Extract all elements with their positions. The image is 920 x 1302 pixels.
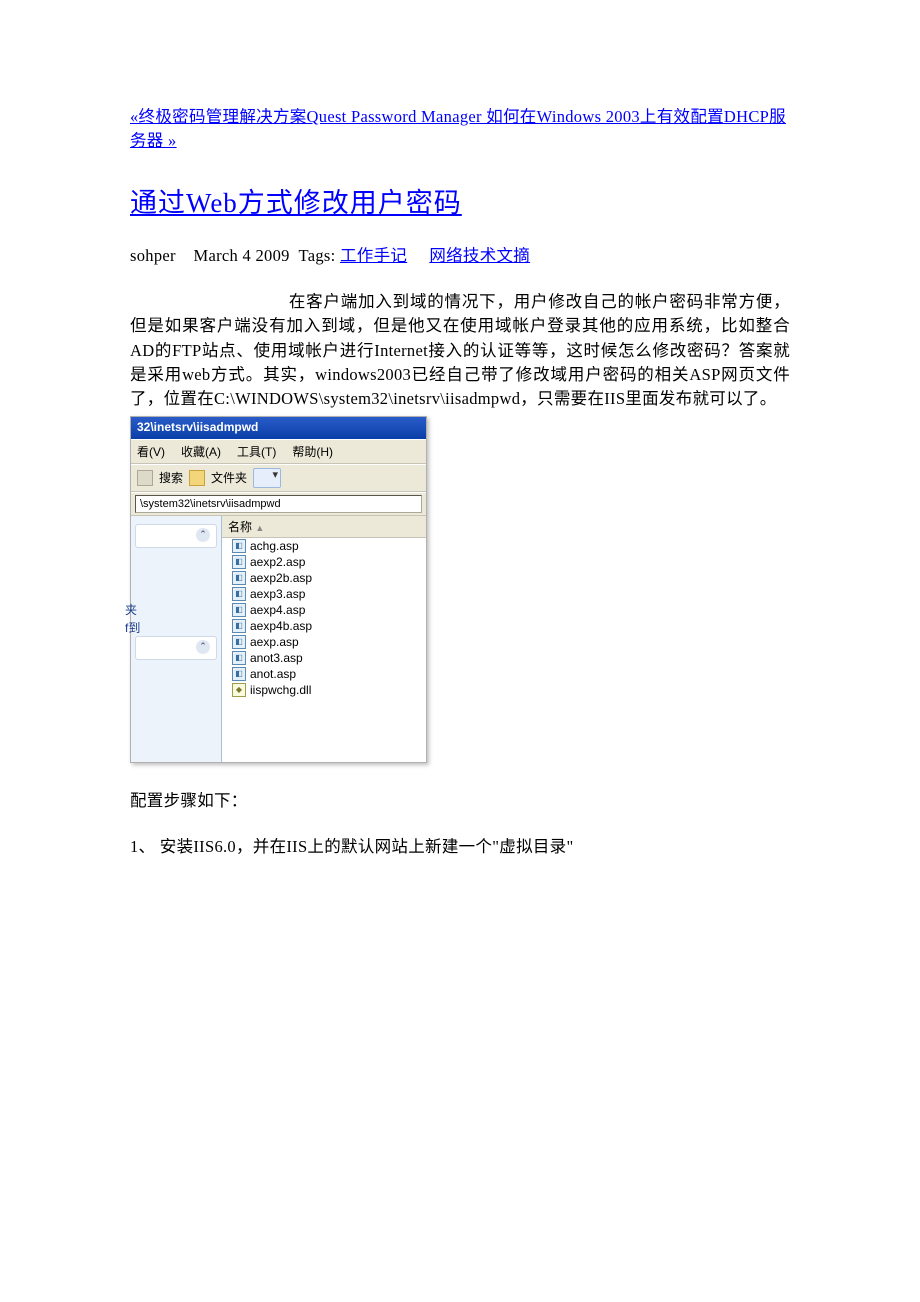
explorer-address-bar: \system32\inetsrv\iisadmpwd — [131, 492, 426, 516]
asp-file-icon: ◧ — [232, 635, 246, 649]
page-title[interactable]: 通过Web方式修改用户密码 — [130, 181, 790, 220]
list-item[interactable]: ◧ aexp3.asp — [222, 586, 426, 602]
post-meta: sohper March 4 2009 Tags: 工作手记 网络技术文摘 — [130, 242, 790, 266]
file-name-label: anot.asp — [250, 667, 296, 681]
list-item[interactable]: ◧ anot3.asp — [222, 650, 426, 666]
explorer-titlebar: 32\inetsrv\iisadmpwd — [131, 417, 426, 439]
explorer-toolbar: 搜索 文件夹 — [131, 464, 426, 492]
toolbar-search-label[interactable]: 搜索 — [159, 469, 183, 486]
menu-tools[interactable]: 工具(T) — [237, 443, 276, 460]
search-icon[interactable] — [137, 470, 153, 486]
asp-file-icon: ◧ — [232, 571, 246, 585]
folder-icon[interactable] — [189, 470, 205, 486]
asp-file-icon: ◧ — [232, 603, 246, 617]
address-input[interactable]: \system32\inetsrv\iisadmpwd — [135, 495, 422, 513]
author-name: sohper — [130, 246, 176, 265]
file-name-label: aexp2.asp — [250, 555, 305, 569]
file-name-label: aexp4.asp — [250, 603, 305, 617]
chevron-up-icon[interactable]: ⌃ — [196, 640, 210, 654]
paragraph-1: 在客户端加入到域的情况下，用户修改自己的帐户密码非常方便，但是如果客户端没有加入… — [130, 290, 790, 412]
file-name-label: aexp2b.asp — [250, 571, 312, 585]
post-date: March 4 2009 — [194, 246, 290, 265]
menu-help[interactable]: 帮助(H) — [292, 443, 333, 460]
list-item[interactable]: ◧ aexp2b.asp — [222, 570, 426, 586]
sidebar-group-2[interactable]: ⌃ — [135, 636, 217, 660]
nav-prev-link[interactable]: «终极密码管理解决方案Quest Password Manager 如何在Win… — [130, 107, 786, 150]
views-dropdown-icon[interactable] — [253, 468, 281, 488]
asp-file-icon: ◧ — [232, 667, 246, 681]
file-name-label: anot3.asp — [250, 651, 303, 665]
asp-file-icon: ◧ — [232, 587, 246, 601]
tags-label: Tags: — [299, 246, 336, 265]
list-item[interactable]: ◧ aexp.asp — [222, 634, 426, 650]
asp-file-icon: ◧ — [232, 651, 246, 665]
list-item[interactable]: ◧ aexp2.asp — [222, 554, 426, 570]
file-name-label: aexp4b.asp — [250, 619, 312, 633]
toolbar-folders-label[interactable]: 文件夹 — [211, 469, 247, 486]
tag-link-2[interactable]: 网络技术文摘 — [429, 246, 530, 265]
dll-file-icon: ◆ — [232, 683, 246, 697]
explorer-sidebar: ⌃ 夹 f到 ⌃ — [131, 516, 222, 762]
list-item[interactable]: ◧ aexp4b.asp — [222, 618, 426, 634]
chevron-up-icon[interactable]: ⌃ — [196, 528, 210, 542]
menu-favorites[interactable]: 收藏(A) — [181, 443, 221, 460]
asp-file-icon: ◧ — [232, 555, 246, 569]
step-1: 1、 安装IIS6.0，并在IIS上的默认网站上新建一个"虚拟目录" — [130, 833, 790, 857]
tag-link-1[interactable]: 工作手记 — [340, 246, 407, 265]
menu-view[interactable]: 看(V) — [137, 443, 165, 460]
list-item[interactable]: ◧ anot.asp — [222, 666, 426, 682]
asp-file-icon: ◧ — [232, 619, 246, 633]
sidebar-group-1[interactable]: ⌃ — [135, 524, 217, 548]
file-name-label: iispwchg.dll — [250, 683, 311, 697]
explorer-window: 32\inetsrv\iisadmpwd 看(V) 收藏(A) 工具(T) 帮助… — [130, 416, 427, 763]
list-item[interactable]: ◧ achg.asp — [222, 538, 426, 554]
file-name-label: achg.asp — [250, 539, 299, 553]
explorer-file-list: 名称 ▲ ◧ achg.asp ◧ aexp2.asp ◧ aexp2b.asp ◧ aexp… — [222, 516, 426, 762]
list-column-header[interactable]: 名称 ▲ — [222, 516, 426, 538]
sidebar-text-1: 夹 — [125, 602, 137, 618]
list-item[interactable]: ◧ aexp4.asp — [222, 602, 426, 618]
breadcrumb-nav: «终极密码管理解决方案Quest Password Manager 如何在Win… — [130, 105, 790, 153]
steps-intro: 配置步骤如下： — [130, 787, 790, 811]
sort-asc-icon: ▲ — [255, 523, 264, 533]
list-item[interactable]: ◆ iispwchg.dll — [222, 682, 426, 698]
file-name-label: aexp3.asp — [250, 587, 305, 601]
asp-file-icon: ◧ — [232, 539, 246, 553]
file-name-label: aexp.asp — [250, 635, 299, 649]
explorer-menubar: 看(V) 收藏(A) 工具(T) 帮助(H) — [131, 439, 426, 464]
sidebar-text-2: f到 — [125, 620, 140, 636]
